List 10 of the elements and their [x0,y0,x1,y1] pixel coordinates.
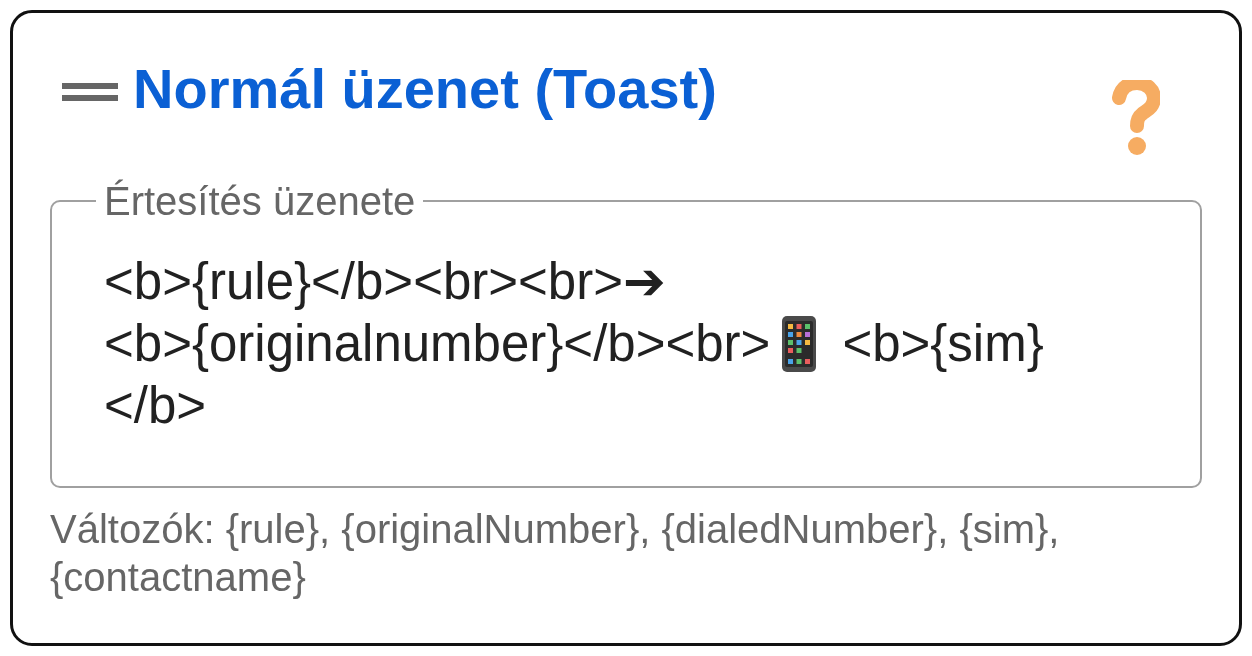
drag-handle-icon[interactable] [62,83,118,101]
helper-text: Változók: {rule}, {originalNumber}, {dialedNumber}, {sim}, {contactname} [50,506,1061,601]
card-title: Normál üzenet (Toast) [133,56,717,122]
field-value-text: <b>{rule}</b><br><br>➔ [104,252,666,312]
field-value-text: <b>{originalnumber}</b><br> [104,314,771,374]
field-value-text: </b> [104,376,207,436]
field-label: Értesítés üzenete [103,178,417,225]
mobile-phone-icon [782,316,817,372]
field-value-text: <b>{sim} [842,314,1044,374]
message-field[interactable]: Értesítés üzenete <b>{rule}</b><br><br>➔ <b>{originalnumber}</b><br> <b>{sim} </b> [50,177,1202,488]
